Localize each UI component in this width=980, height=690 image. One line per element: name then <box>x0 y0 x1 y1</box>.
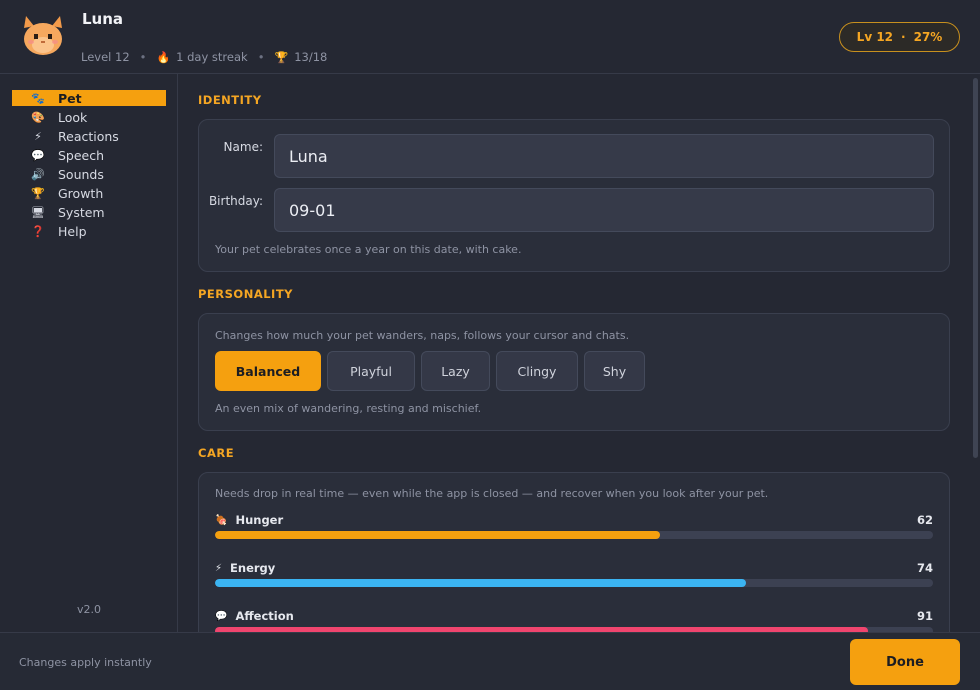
personality-option-clingy[interactable]: Clingy <box>496 351 578 391</box>
birthday-label: Birthday: <box>208 194 263 208</box>
birthday-input[interactable] <box>274 188 934 232</box>
sidebar: 🐾 Pet 🎨 Look ⚡ Reactions 💬 Speech 🔊 Sounds 🏆 Growth… <box>0 74 178 632</box>
identity-card: Name: Birthday: Your pet celebrates once… <box>198 119 950 272</box>
stat-name: Energy <box>230 561 276 575</box>
sidebar-item-pet[interactable]: 🐾 Pet <box>12 90 166 106</box>
personality-selected-hint: An even mix of wandering, resting and mi… <box>215 402 482 415</box>
care-description: Needs drop in real time — even while the… <box>215 487 769 500</box>
stat-label: ⚡ Energy <box>215 561 275 575</box>
care-card: Needs drop in real time — even while the… <box>198 472 950 632</box>
sidebar-item-reactions[interactable]: ⚡ Reactions <box>12 128 166 144</box>
meat-icon: 🍖 <box>215 514 228 526</box>
stat-name: Affection <box>235 609 294 623</box>
sidebar-item-help[interactable]: ❓ Help <box>12 223 166 239</box>
stat-value: 91 <box>916 609 933 623</box>
stat-bar-track <box>215 579 933 587</box>
sidebar-item-label: Reactions <box>58 128 119 144</box>
stat-value: 74 <box>916 561 933 575</box>
stat-bar-track <box>215 531 933 539</box>
pet-name: Luna <box>82 10 124 28</box>
personality-option-shy[interactable]: Shy <box>584 351 645 391</box>
badge-level: Lv 12 <box>856 30 894 44</box>
streak-text: 1 day streak <box>176 50 248 64</box>
monitor-icon: 🖥 <box>31 205 45 219</box>
sidebar-item-look[interactable]: 🎨 Look <box>12 109 166 125</box>
pet-avatar <box>24 16 62 55</box>
pet-meta: Level 12 • 🔥 1 day streak • 🏆 13/18 <box>81 50 327 64</box>
trophy-count: 13/18 <box>294 50 328 64</box>
speech-bubble-icon: 💬 <box>31 148 45 162</box>
sidebar-item-label: Sounds <box>58 166 104 182</box>
done-button[interactable]: Done <box>850 639 960 685</box>
stat-bar-fill <box>215 531 661 539</box>
personality-option-lazy[interactable]: Lazy <box>421 351 490 391</box>
badge-progress: 27% <box>913 30 943 44</box>
lightning-icon: ⚡ <box>34 129 42 143</box>
heart-icon: 💬 <box>215 610 228 622</box>
version-label: v2.0 <box>76 603 101 616</box>
paw-icon: 🐾 <box>31 91 45 105</box>
sidebar-item-label: Help <box>58 223 87 239</box>
header: Luna Level 12 • 🔥 1 day streak • 🏆 13/18… <box>0 0 980 74</box>
footer-note: Changes apply instantly <box>19 656 152 669</box>
personality-section-title: PERSONALITY <box>198 287 294 301</box>
personality-option-balanced[interactable]: Balanced <box>215 351 321 391</box>
meta-separator: • <box>257 50 265 64</box>
sidebar-item-sounds[interactable]: 🔊 Sounds <box>12 166 166 182</box>
question-icon: ❓ <box>31 224 45 238</box>
sidebar-item-speech[interactable]: 💬 Speech <box>12 147 166 163</box>
personality-card: Changes how much your pet wanders, naps,… <box>198 313 950 431</box>
fire-icon: 🔥 <box>156 50 171 64</box>
level-badge: Lv 12 · 27% <box>839 22 960 52</box>
stat-bar-fill <box>215 579 747 587</box>
settings-panel: IDENTITY Name: Birthday: Your pet celebr… <box>179 74 980 632</box>
stat-label: 🍖 Hunger <box>215 513 283 527</box>
trophy-icon: 🏆 <box>274 50 289 64</box>
care-section-title: CARE <box>198 446 235 460</box>
sidebar-item-growth[interactable]: 🏆 Growth <box>12 185 166 201</box>
sidebar-item-label: Speech <box>58 147 105 163</box>
trophy-icon: 🏆 <box>31 186 45 200</box>
scrollbar[interactable] <box>973 78 978 458</box>
meta-separator: • <box>139 50 147 64</box>
level-text: Level 12 <box>81 50 130 64</box>
sidebar-item-label: Growth <box>58 185 104 201</box>
stat-name: Hunger <box>235 513 284 527</box>
personality-description: Changes how much your pet wanders, naps,… <box>215 329 630 342</box>
speaker-icon: 🔊 <box>31 167 45 181</box>
sidebar-item-label: System <box>58 204 105 220</box>
palette-icon: 🎨 <box>31 110 45 124</box>
lightning-icon: ⚡ <box>215 562 223 574</box>
identity-section-title: IDENTITY <box>198 93 262 107</box>
stat-value: 62 <box>916 513 933 527</box>
sidebar-item-system[interactable]: 🖥 System <box>12 204 166 220</box>
stat-label: 💬 Affection <box>215 609 294 623</box>
footer: Changes apply instantly Done <box>0 632 980 690</box>
birthday-hint: Your pet celebrates once a year on this … <box>215 243 522 256</box>
sidebar-item-label: Look <box>58 109 88 125</box>
sidebar-item-label: Pet <box>58 90 82 106</box>
personality-option-playful[interactable]: Playful <box>327 351 415 391</box>
name-input[interactable] <box>274 134 934 178</box>
badge-separator: · <box>901 30 906 44</box>
name-label: Name: <box>223 140 263 154</box>
